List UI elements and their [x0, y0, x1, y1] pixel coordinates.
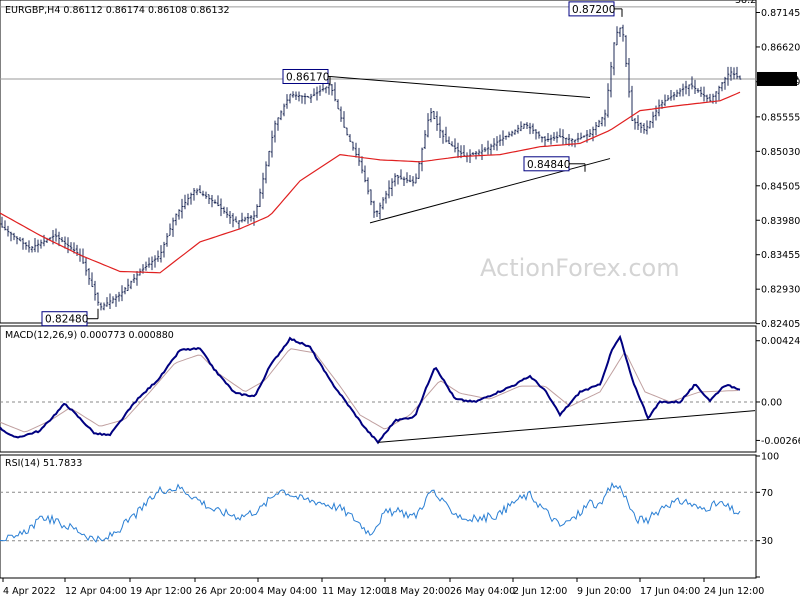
price-panel-title: EURGBP,H4 0.86112 0.86174 0.86108 0.8613… — [5, 5, 230, 16]
price-annotation-label: 0.87200 — [572, 4, 615, 16]
price-annotation-label: 0.86170 — [286, 71, 329, 83]
x-axis-tick-label: 4 May 04:00 — [258, 586, 317, 597]
rsi-y-tick-label: 100 — [761, 452, 779, 463]
price-y-tick-label: 0.82930 — [761, 285, 800, 296]
chart-root: ActionForex.com 38.2 0.82480 0.86170 0.8720… — [0, 0, 800, 597]
price-y-tick-label: 0.86620 — [761, 42, 800, 53]
price-y-tick-label: 0.82405 — [761, 319, 800, 330]
x-axis-tick-label: 19 Apr 12:00 — [130, 586, 192, 597]
current-price-tag-label: 0.86132 — [760, 75, 799, 86]
x-axis-tick-label: 17 Jun 04:00 — [640, 586, 700, 597]
x-axis-tick-label: 26 May 04:00 — [450, 586, 515, 597]
rsi-y-tick-label: 30 — [761, 536, 773, 547]
rsi-y-tick-label: 70 — [761, 488, 773, 499]
x-axis-tick-label: 26 Apr 20:00 — [195, 586, 257, 597]
x-axis-tick-label: 12 Apr 04:00 — [65, 586, 127, 597]
macd-y-tick-label: -0.002667 — [761, 436, 800, 447]
macd-panel-title: MACD(12,26,9) 0.000773 0.000880 — [5, 330, 174, 341]
price-y-tick-label: 0.83980 — [761, 216, 800, 227]
x-axis-tick-label: 4 Apr 2022 — [3, 586, 56, 597]
price-y-tick-label: 0.84505 — [761, 181, 800, 192]
price-y-tick-label: 0.85555 — [761, 112, 800, 123]
x-axis-tick-label: 11 May 12:00 — [322, 586, 387, 597]
macd-panel-frame — [0, 325, 757, 453]
x-axis-tick-label: 9 Jun 20:00 — [577, 586, 631, 597]
x-axis-tick-label: 18 May 20:00 — [385, 586, 450, 597]
price-annotation-label: 0.84840 — [527, 159, 570, 171]
price-y-tick-label: 0.83455 — [761, 250, 800, 261]
rsi-panel-title: RSI(14) 51.7833 — [5, 458, 82, 469]
price-y-tick-label: 0.85030 — [761, 147, 800, 158]
macd-y-tick-label: 0.004248 — [761, 336, 800, 347]
x-axis-tick-label: 2 Jun 12:00 — [513, 586, 567, 597]
macd-y-tick-label: 0.00 — [761, 397, 782, 408]
fib-level-label: 38.2 — [735, 0, 756, 6]
watermark-text: ActionForex.com — [480, 254, 680, 282]
x-axis-tick-label: 24 Jun 12:00 — [704, 586, 764, 597]
price-annotation-label: 0.82480 — [45, 314, 88, 326]
price-y-tick-label: 0.87145 — [761, 8, 800, 19]
